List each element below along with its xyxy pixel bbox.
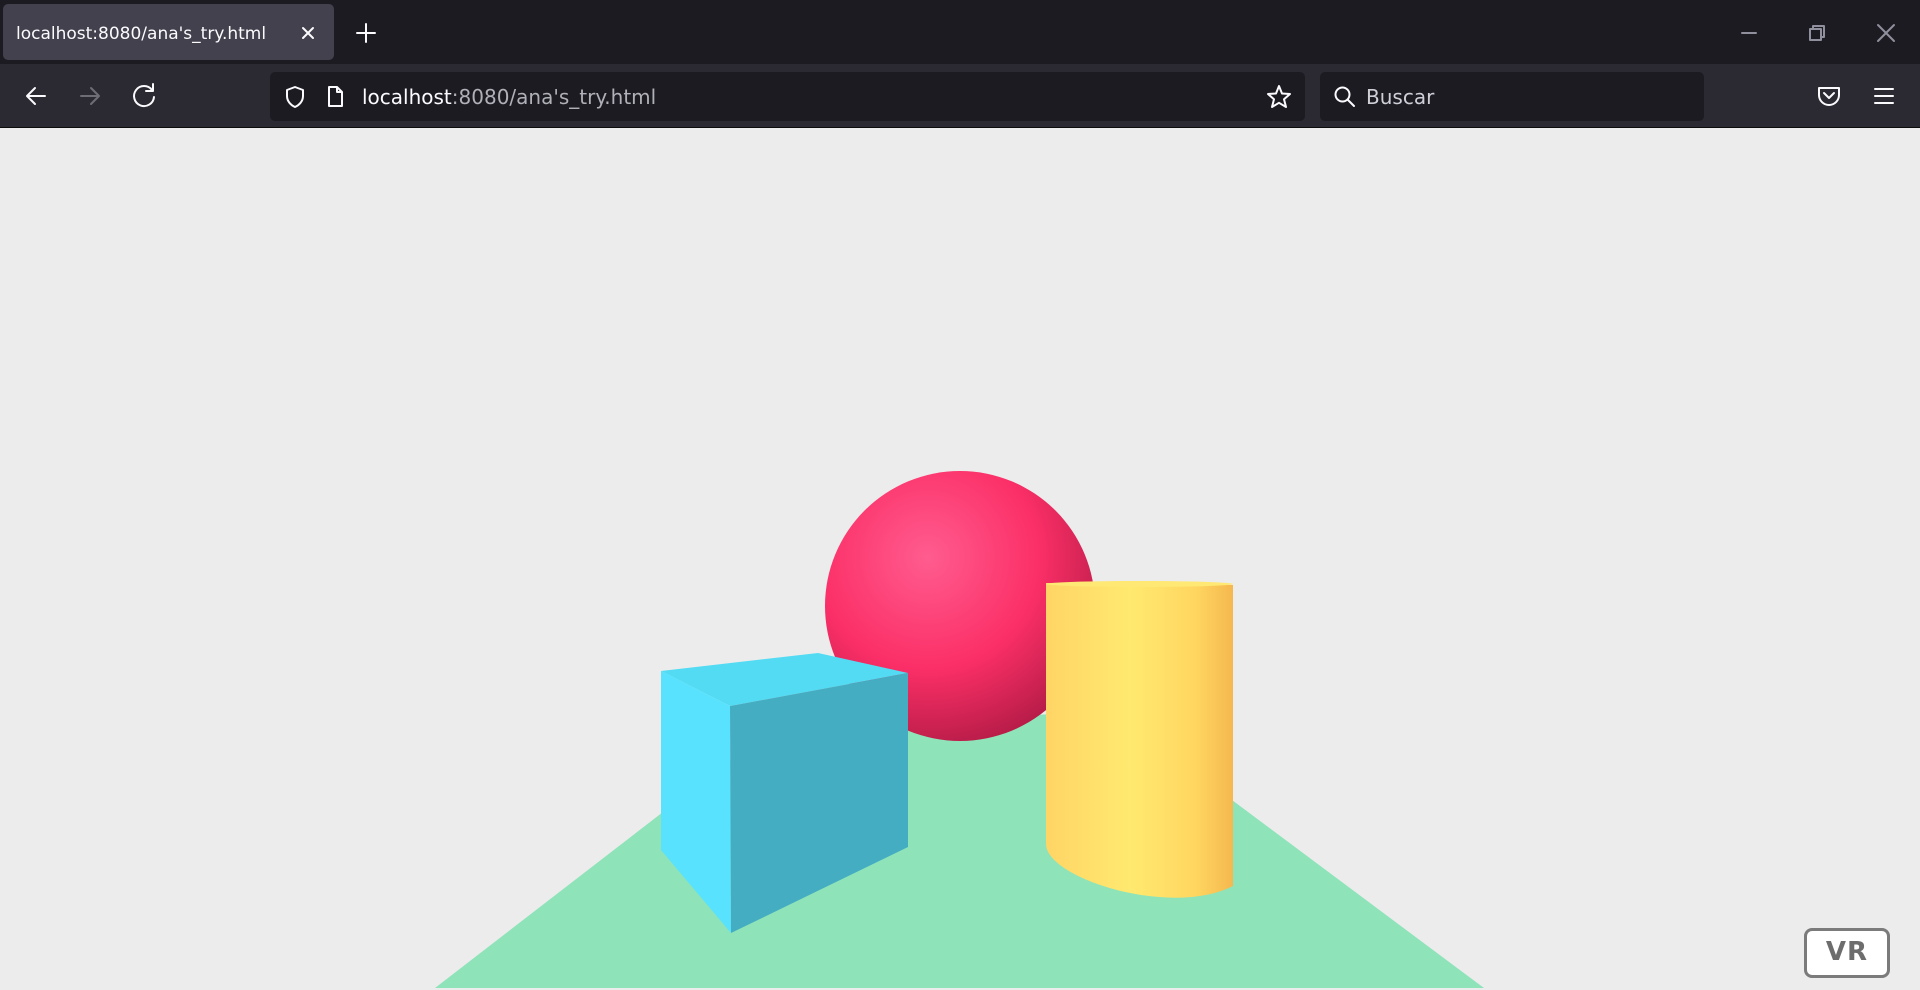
ground-plane xyxy=(435,712,1484,988)
shield-icon[interactable] xyxy=(282,84,308,110)
search-icon xyxy=(1334,86,1355,107)
active-tab[interactable]: localhost:8080/ana's_try.html xyxy=(3,4,334,60)
url-bar[interactable]: localhost:8080/ana's_try.html xyxy=(270,72,1305,121)
forward-icon[interactable] xyxy=(72,78,108,114)
close-tab-icon[interactable] xyxy=(293,18,323,48)
search-bar[interactable]: Buscar xyxy=(1320,72,1704,121)
vr-button[interactable]: VR xyxy=(1804,928,1890,978)
close-window-icon[interactable] xyxy=(1866,14,1906,52)
search-input[interactable]: Buscar xyxy=(1366,85,1434,109)
minimize-icon[interactable] xyxy=(1729,14,1769,52)
back-icon[interactable] xyxy=(18,78,54,114)
3d-scene-canvas[interactable] xyxy=(0,128,1920,990)
pocket-icon[interactable] xyxy=(1811,78,1847,114)
bookmark-star-icon[interactable] xyxy=(1265,83,1293,111)
tab-title: localhost:8080/ana's_try.html xyxy=(16,24,267,44)
page-viewport: VR xyxy=(0,128,1920,990)
reload-icon[interactable] xyxy=(126,78,162,114)
navigation-toolbar: localhost:8080/ana's_try.html Buscar xyxy=(0,64,1920,128)
cylinder xyxy=(1046,581,1233,898)
tab-strip: localhost:8080/ana's_try.html xyxy=(0,0,1920,64)
url-text[interactable]: localhost:8080/ana's_try.html xyxy=(362,85,656,109)
new-tab-icon[interactable] xyxy=(350,17,382,49)
url-host: localhost xyxy=(362,85,452,109)
url-path: :8080/ana's_try.html xyxy=(451,85,657,109)
page-icon[interactable] xyxy=(324,84,346,110)
menu-icon[interactable] xyxy=(1866,78,1902,114)
restore-icon[interactable] xyxy=(1797,14,1837,52)
